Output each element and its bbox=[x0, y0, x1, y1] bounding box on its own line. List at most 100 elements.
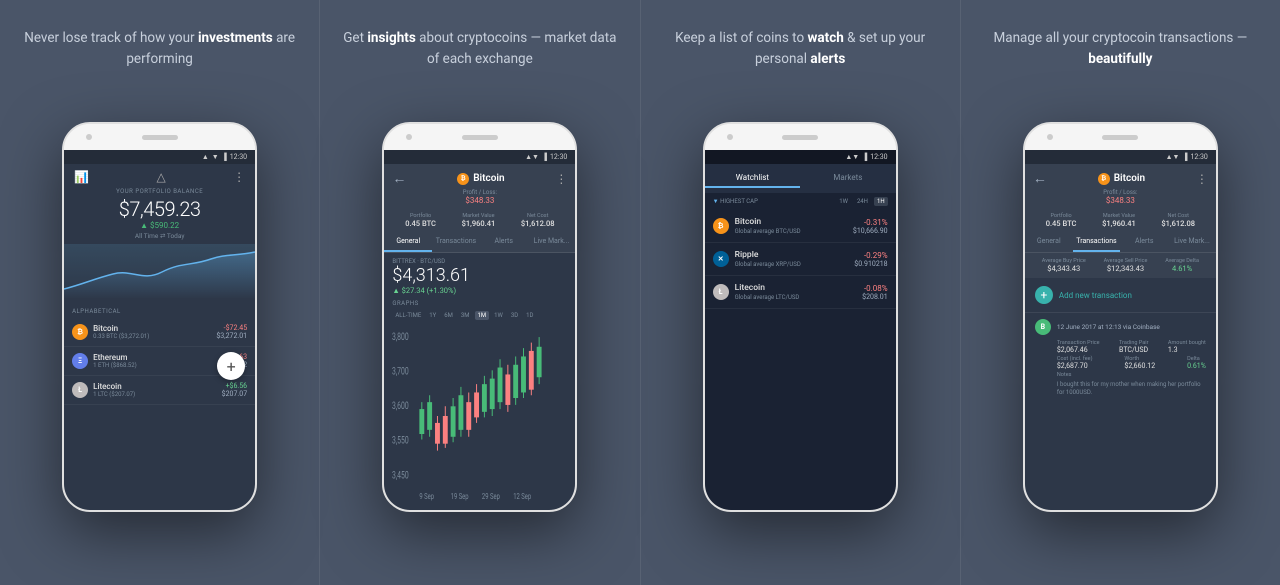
tab-transactions-2[interactable]: Transactions bbox=[432, 232, 480, 252]
avg-sell-stat: Average Sell Price $12,343.43 bbox=[1104, 258, 1148, 273]
tab-general-2[interactable]: General bbox=[384, 232, 432, 252]
tt-3m[interactable]: 3M bbox=[458, 311, 473, 320]
eth-name: Ethereum bbox=[93, 353, 217, 362]
tab-alerts-2[interactable]: Alerts bbox=[480, 232, 528, 252]
tx-cost-block: Cost (incl. fee) $2,687.70 bbox=[1057, 356, 1093, 370]
fab-button[interactable]: + bbox=[217, 352, 245, 380]
coin-item-btc[interactable]: ₿ Bitcoin 0.33 BTC ($3,272.01) -$72.45 $… bbox=[64, 318, 255, 347]
battery-icon: ▐ bbox=[222, 153, 227, 161]
wl-btc-name: Bitcoin bbox=[735, 217, 847, 227]
period-alltime[interactable]: All Time bbox=[135, 232, 159, 240]
wl-coin-btc[interactable]: ₿ Bitcoin Global average BTC/USD -0.31% … bbox=[705, 210, 896, 243]
period-today[interactable]: Today bbox=[167, 232, 185, 240]
stat-value-mv4: $1,960.41 bbox=[1102, 219, 1136, 228]
avg-buy-stat: Average Buy Price $4,343.43 bbox=[1042, 258, 1086, 273]
menu-icon-2[interactable]: ⋮ bbox=[555, 172, 567, 186]
btc-value: -$72.45 $3,272.01 bbox=[216, 324, 247, 340]
phone-speaker-4 bbox=[1102, 135, 1138, 140]
eth-icon: Ξ bbox=[72, 353, 88, 369]
tt-1d[interactable]: 1D bbox=[523, 311, 536, 320]
coin-title-2: ₿ Bitcoin bbox=[457, 173, 504, 185]
ltc-price: $207.07 bbox=[222, 390, 247, 398]
tt-1m[interactable]: 1M bbox=[475, 311, 490, 320]
svg-text:9 Sep: 9 Sep bbox=[420, 491, 435, 501]
stat-value-port4: 0.45 BTC bbox=[1046, 219, 1077, 228]
wl-tab-watchlist[interactable]: Watchlist bbox=[705, 169, 801, 188]
tab-livemark-4[interactable]: Live Mark... bbox=[1168, 232, 1216, 252]
menu-icon[interactable]: ⋮ bbox=[233, 170, 245, 184]
phone-camera-3 bbox=[727, 134, 733, 140]
phone-camera-4 bbox=[1047, 134, 1053, 140]
phone-speaker-3 bbox=[782, 135, 818, 140]
battery4-icon: ▐ bbox=[1182, 153, 1187, 161]
tf-24h[interactable]: 24H bbox=[854, 197, 871, 206]
coin-item-ltc[interactable]: Ł Litecoin 1 LTC ($207.07) +$6.56 $207.0… bbox=[64, 376, 255, 405]
coin-title-4: ₿ Bitcoin bbox=[1098, 173, 1145, 185]
tx-pair-block: Trading Pair BTC/USD bbox=[1119, 340, 1148, 354]
menu-icon-4[interactable]: ⋮ bbox=[1196, 172, 1208, 186]
signal3-icon: ▲▼ bbox=[845, 153, 859, 161]
ltc-icon: Ł bbox=[72, 382, 88, 398]
stat-value-marketval: $1,960.41 bbox=[462, 219, 496, 228]
tab-transactions-4[interactable]: Transactions bbox=[1073, 232, 1121, 252]
btc-change: -$72.45 bbox=[216, 324, 247, 332]
wl-ltc-right: -0.08% $208.01 bbox=[862, 284, 887, 301]
stat-value-netcost: $1,612.08 bbox=[521, 219, 555, 228]
detail-header-row-2: ← ₿ Bitcoin ⋮ bbox=[392, 170, 567, 187]
status-bar-3: ▲▼ ▐ 12:30 bbox=[705, 150, 896, 164]
wl-btc-price: $10,666.90 bbox=[853, 227, 888, 235]
back-button-2[interactable]: ← bbox=[392, 170, 406, 187]
svg-text:29 Sep: 29 Sep bbox=[482, 491, 500, 501]
tt-alltime[interactable]: ALL-TIME bbox=[392, 311, 424, 320]
ltc-sub: 1 LTC ($207.07) bbox=[93, 391, 217, 398]
screen-watchlist: ▲▼ ▐ 12:30 Watchlist Markets ▼ HIGHEST C… bbox=[705, 150, 896, 510]
svg-text:3,550: 3,550 bbox=[392, 436, 409, 448]
status-bar-1: ▲ ▼ ▐ 12:30 bbox=[64, 150, 255, 164]
back-button-4[interactable]: ← bbox=[1033, 170, 1047, 187]
wl-xrp-change: -0.29% bbox=[854, 251, 887, 260]
tx-worth-value: $2,660.12 bbox=[1124, 362, 1155, 370]
tt-1y[interactable]: 1Y bbox=[426, 311, 439, 320]
price-section-2: BITTREX · BTC/USD $4,313.61 ▲ $27.34 (+1… bbox=[384, 253, 575, 298]
column-watchlist: Keep a list of coins to watch & set up y… bbox=[641, 0, 961, 585]
stat-netcost-4: Net Cost $1,612.08 bbox=[1161, 213, 1195, 228]
app-header-1: 📊 △ ⋮ bbox=[64, 164, 255, 188]
section-label-alpha: ALPHABETICAL bbox=[64, 305, 255, 318]
wl-coin-xrp[interactable]: ✕ Ripple Global average XRP/USD -0.29% $… bbox=[705, 243, 896, 276]
phone-screen-2: ▲▼ ▐ 12:30 ← ₿ Bitcoin ⋮ bbox=[384, 150, 575, 510]
avg-buy-value: $4,343.43 bbox=[1042, 264, 1086, 273]
wl-ltc-pair: Global average LTC/USD bbox=[735, 294, 857, 301]
wl-ltc-price: $208.01 bbox=[862, 293, 887, 301]
time-4: 12:30 bbox=[1190, 153, 1207, 161]
status-icons-4: ▲▼ ▐ 12:30 bbox=[1166, 153, 1208, 161]
wifi-icon: ▼ bbox=[212, 153, 219, 161]
chart-icon: 📊 bbox=[74, 170, 89, 184]
tx-pair-value: BTC/USD bbox=[1119, 346, 1148, 354]
tx-delta-value: 0.61% bbox=[1187, 362, 1206, 370]
tt-3d[interactable]: 3D bbox=[508, 311, 521, 320]
wl-coin-ltc[interactable]: Ł Litecoin Global average LTC/USD -0.08%… bbox=[705, 276, 896, 309]
tt-6m[interactable]: 6M bbox=[441, 311, 456, 320]
detail-header-4: ← ₿ Bitcoin ⋮ Profit / Loss: $348.33 bbox=[1025, 164, 1216, 209]
btc-name: Bitcoin bbox=[93, 324, 211, 333]
time-filter-3: 1W 24H 1H bbox=[836, 197, 887, 206]
filter-label-3: ▼ HIGHEST CAP bbox=[713, 198, 758, 205]
col2-text: Get insights about cryptocoins — market … bbox=[340, 28, 619, 100]
tab-livemark-2[interactable]: Live Mark... bbox=[528, 232, 576, 252]
coin-list-1: ₿ Bitcoin 0.33 BTC ($3,272.01) -$72.45 $… bbox=[64, 318, 255, 510]
wl-tab-markets[interactable]: Markets bbox=[800, 169, 896, 188]
tab-general-4[interactable]: General bbox=[1025, 232, 1073, 252]
tf-1w[interactable]: 1W bbox=[836, 197, 851, 206]
tt-1w[interactable]: 1W bbox=[491, 311, 506, 320]
add-transaction-btn[interactable]: + Add new transaction bbox=[1025, 278, 1216, 313]
tf-1h[interactable]: 1H bbox=[874, 197, 888, 206]
tx-price-value: $2,067.46 bbox=[1057, 346, 1100, 354]
tab-alerts-4[interactable]: Alerts bbox=[1120, 232, 1168, 252]
add-icon: + bbox=[1035, 286, 1053, 304]
trans-row-price: Transaction Price $2,067.46 Trading Pair… bbox=[1057, 340, 1206, 354]
phone-speaker-2 bbox=[462, 135, 498, 140]
column-transactions: Manage all your cryptocoin transactions … bbox=[961, 0, 1280, 585]
status-icons-2: ▲▼ ▐ 12:30 bbox=[525, 153, 567, 161]
tx-notes-label: Notes bbox=[1057, 372, 1206, 378]
btc-icon-4: ₿ bbox=[1098, 173, 1110, 185]
